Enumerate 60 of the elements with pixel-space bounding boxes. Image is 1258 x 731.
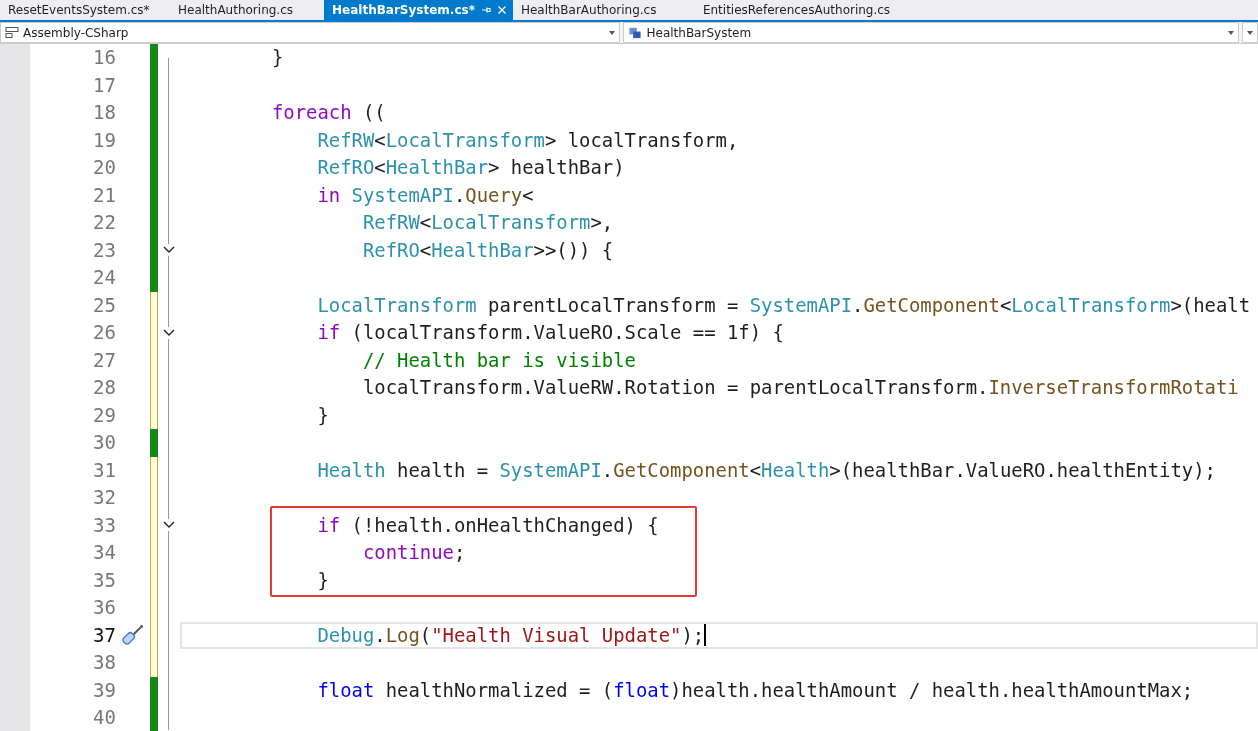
dropdown[interactable]: HealthBarSystem [623, 22, 1239, 43]
screwdriver-icon[interactable] [120, 623, 146, 648]
line-number: 29 [92, 402, 116, 428]
line-number: 38 [92, 650, 116, 675]
line-number: 17 [92, 72, 116, 98]
editor-tab[interactable]: HealthBarSystem.cs* [324, 0, 513, 20]
line-number: 26 [92, 320, 116, 345]
class-icon [628, 26, 643, 39]
line-number: 19 [92, 127, 116, 153]
code-line: RefRW<LocalTransform> localTransform, [316, 127, 739, 153]
line-number: 31 [92, 457, 116, 483]
code-line: } [316, 402, 329, 428]
code-line: Health health = SystemAPI.GetComponent<Health>(healthBar.ValueRO.healthEntity); [316, 457, 1216, 483]
line-number: 25 [92, 292, 116, 318]
line-number: 23 [92, 237, 116, 263]
line-number: 28 [92, 375, 116, 400]
project-icon [5, 26, 19, 39]
line-number: 39 [92, 677, 116, 703]
caret-icon [609, 30, 616, 35]
editor-tab[interactable]: HealthBarAuthoring.cs [512, 0, 681, 20]
close-icon[interactable] [496, 5, 507, 15]
code-line: continue; [361, 540, 466, 565]
line-number: 21 [92, 182, 116, 208]
code-line: if (localTransform.ValueRO.Scale == 1f) { [316, 320, 784, 345]
line-number: 32 [92, 485, 116, 510]
line-number: 40 [92, 705, 116, 730]
line-number: 34 [92, 540, 116, 565]
dropdown[interactable] [1242, 22, 1258, 43]
line-number: 37 [92, 622, 116, 648]
code-line: // Health bar is visible [361, 347, 636, 373]
line-number: 35 [92, 567, 116, 593]
line-number: 24 [92, 265, 116, 290]
line-number: 27 [92, 347, 116, 373]
code-line: in SystemAPI.Query< [316, 182, 534, 208]
caret-icon [1228, 30, 1234, 35]
line-number: 33 [92, 512, 116, 538]
code-line: float healthNormalized = (float)health.healthAmount / health.healthAmountMax; [316, 677, 1194, 703]
code-line: } [316, 567, 329, 593]
editor-tab[interactable]: EntitiesReferencesAuthoring.cs [680, 0, 911, 20]
line-number: 16 [92, 45, 116, 70]
pin-icon[interactable] [480, 5, 491, 15]
line-number: 30 [92, 430, 116, 455]
code-line: RefRO<HealthBar>>()) { [361, 237, 614, 263]
code-line: RefRW<LocalTransform>, [361, 210, 614, 235]
code-line: Debug.Log("Health Visual Update"); [316, 622, 705, 648]
line-number: 22 [92, 210, 116, 235]
dropdown[interactable]: Assembly-CSharp [0, 22, 621, 43]
code-line: } [271, 45, 284, 70]
code-line: if (!health.onHealthChanged) { [316, 512, 659, 538]
code-line: LocalTransform parentLocalTransform = SystemAPI.GetComponent<LocalTransform>(healt [316, 292, 1251, 318]
editor-tab[interactable]: HealthAuthoring.cs [170, 0, 324, 20]
text-cursor [704, 624, 707, 647]
line-number: 36 [92, 595, 116, 620]
line-number: 18 [92, 100, 116, 125]
code-line: foreach (( [271, 100, 386, 125]
code-line: localTransform.ValueRW.Rotation = parentLocalTransform.InverseTransformRotati [361, 375, 1239, 400]
line-number: 20 [92, 155, 116, 180]
code-line: RefRO<HealthBar> healthBar) [316, 155, 625, 180]
caret-icon [1247, 30, 1253, 35]
editor-tab[interactable]: ResetEventsSystem.cs* [0, 0, 170, 20]
